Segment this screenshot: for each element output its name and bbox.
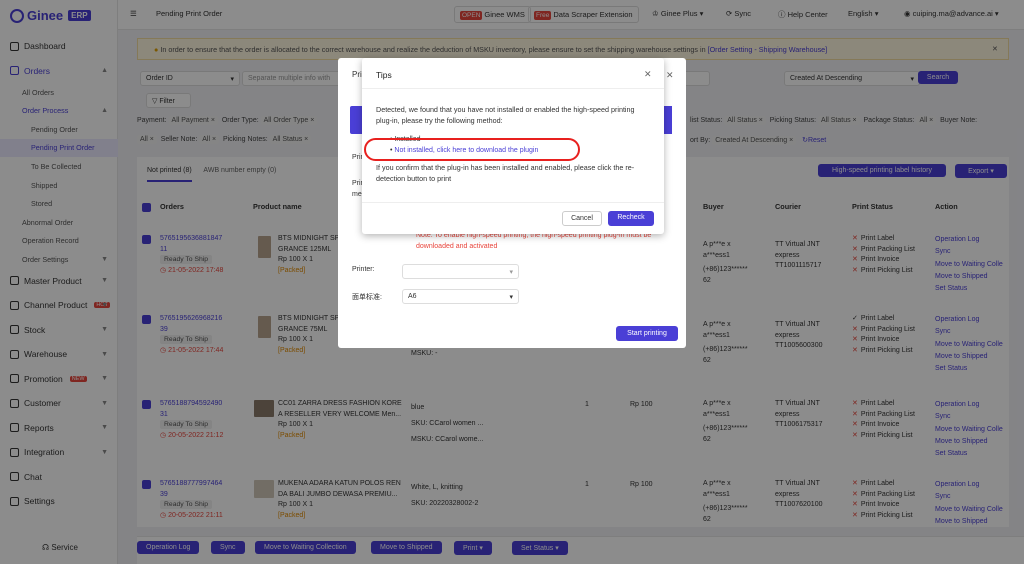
printer-label: Printer:: [352, 266, 375, 273]
divider: [362, 202, 664, 203]
divider: [362, 88, 664, 89]
printer-select[interactable]: ▾: [402, 264, 519, 279]
start-printing-button[interactable]: Start printing: [616, 326, 678, 341]
chevron-down-icon: ▾: [509, 294, 513, 301]
close-icon[interactable]: ✕: [644, 69, 652, 80]
label-size-select[interactable]: A6 ▾: [402, 289, 519, 304]
print-dialog-title: Pri: [352, 70, 362, 79]
mode-card[interactable]: [350, 106, 362, 134]
confirm-text: If you confirm that the plug-in has been…: [376, 163, 635, 183]
chevron-down-icon: ▾: [509, 269, 513, 276]
tips-title: Tips: [376, 70, 392, 80]
cancel-button[interactable]: Cancel: [562, 211, 602, 226]
close-icon[interactable]: ✕: [666, 70, 674, 81]
recheck-button[interactable]: Recheck: [608, 211, 654, 226]
label-size-label: 面单标准:: [352, 294, 382, 301]
tips-body: Detected, we found that you have not ins…: [376, 105, 635, 125]
highlight-annotation: [364, 138, 580, 161]
